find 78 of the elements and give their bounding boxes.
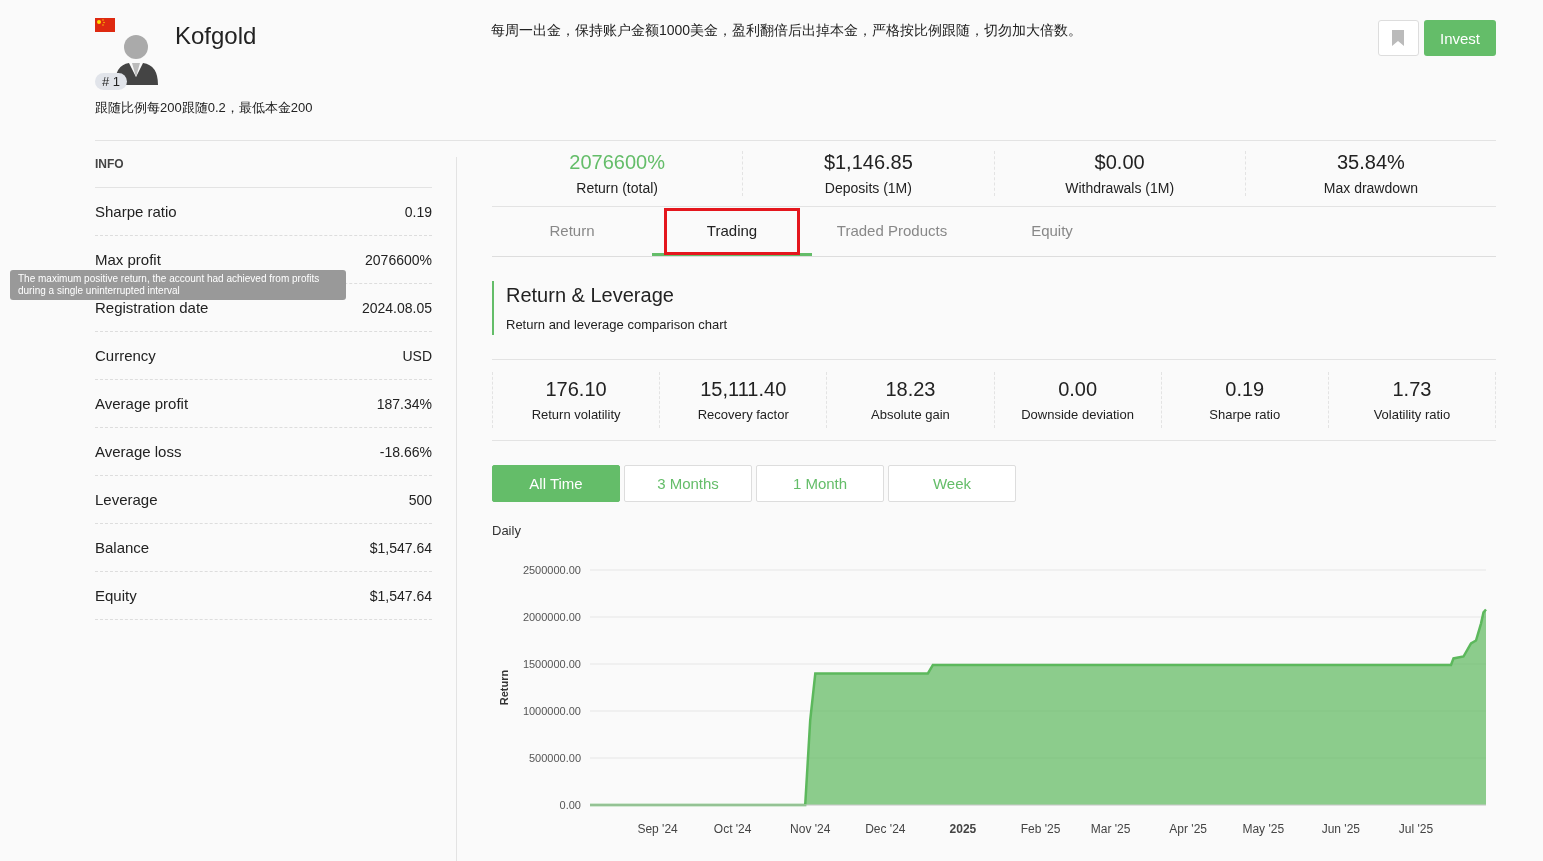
info-label: Registration date — [95, 299, 209, 316]
metric-label: Downside deviation — [1020, 407, 1135, 422]
x-tick-label: Dec '24 — [865, 822, 906, 836]
metric-value: 0.00 — [1057, 378, 1099, 401]
chart-title: Daily — [492, 523, 521, 538]
info-value: $1,547.64 — [369, 539, 432, 556]
rank-badge: # 1 — [95, 73, 128, 90]
x-tick-label: Oct '24 — [713, 822, 752, 836]
follow-rule-text: 跟随比例每200跟随0.2，最低本金200 — [95, 99, 314, 117]
y-tick-label: 1500000.00 — [522, 658, 581, 670]
range-button[interactable]: 1 Month — [756, 465, 884, 502]
x-tick-label: Sep '24 — [637, 822, 678, 836]
tooltip: The maximum positive return, the account had achieved from profits during a single uninterrupted interval — [10, 270, 346, 300]
metric-label: Volatility ratio — [1372, 407, 1452, 422]
info-value: 500 — [408, 491, 432, 508]
x-tick-label: May '25 — [1242, 822, 1285, 836]
bookmark-button[interactable] — [1377, 20, 1419, 56]
x-tick-label: Jun '25 — [1321, 822, 1360, 836]
avatar-icon — [115, 35, 158, 85]
y-tick-label: 0.00 — [559, 799, 581, 811]
metric-value: 1.73 — [1391, 378, 1433, 401]
info-heading: INFO — [95, 157, 432, 188]
strategy-description: 每周一出金，保持账户金额1000美金，盈利翻倍后出掉本金，严格按比例跟随，切勿加大倍数。 — [491, 22, 1083, 38]
info-value: -18.66% — [379, 443, 432, 460]
tab[interactable]: Trading — [652, 207, 812, 256]
info-value: $1,547.64 — [369, 587, 432, 604]
info-label: Leverage — [95, 491, 158, 508]
info-value: USD — [402, 347, 432, 364]
x-tick-label: Nov '24 — [790, 822, 831, 836]
y-tick-label: 500000.00 — [529, 752, 581, 764]
x-tick-label: Feb '25 — [1020, 822, 1061, 836]
tab[interactable]: Return — [492, 207, 652, 256]
x-tick-label: Mar '25 — [1090, 822, 1131, 836]
info-label: Sharpe ratio — [95, 203, 177, 220]
tab[interactable]: Equity — [972, 207, 1132, 256]
stat-label: Max drawdown — [1322, 180, 1419, 196]
info-label: Average profit — [95, 395, 189, 412]
y-tick-label: 2500000.00 — [522, 564, 581, 576]
section-title: Return & Leverage — [506, 284, 675, 307]
stat-value: $1,146.85 — [822, 151, 914, 174]
range-button[interactable]: All Time — [492, 465, 620, 502]
metric-value: 176.10 — [544, 378, 608, 401]
stat-label: Deposits (1M) — [823, 180, 913, 196]
metric-label: Absolute gain — [870, 407, 951, 422]
metric-value: 15,111.40 — [699, 378, 788, 401]
info-value: 187.34% — [376, 395, 432, 412]
bookmark-icon — [1392, 30, 1405, 46]
y-axis-title: Return — [498, 669, 510, 706]
invest-button[interactable]: Invest — [1423, 20, 1496, 56]
metric-value: 18.23 — [884, 378, 937, 401]
info-value: 2076600% — [365, 251, 432, 268]
stat-label: Return (total) — [575, 180, 659, 196]
metric-value: 0.19 — [1224, 378, 1266, 401]
metric-label: Return volatility — [530, 407, 622, 422]
china-flag-icon — [95, 18, 115, 32]
info-label: Balance — [95, 539, 150, 556]
trader-name: Kofgold — [175, 22, 257, 50]
info-label: Equity — [95, 587, 137, 604]
x-tick-label: Apr '25 — [1169, 822, 1207, 836]
info-label: Max profit — [95, 251, 161, 268]
y-tick-label: 1000000.00 — [522, 705, 581, 717]
y-tick-label: 2000000.00 — [522, 611, 581, 623]
info-value: 0.19 — [404, 203, 432, 220]
metric-label: Recovery factor — [696, 407, 790, 422]
stat-label: Withdrawals (1M) — [1064, 180, 1176, 196]
tab[interactable]: Traded Products — [812, 207, 972, 256]
metric-label: Sharpe ratio — [1208, 407, 1282, 422]
stat-value: $0.00 — [1093, 151, 1146, 174]
info-label: Currency — [95, 347, 156, 364]
section-subtitle: Return and leverage comparison chart — [506, 317, 729, 332]
range-button[interactable]: Week — [888, 465, 1016, 502]
stat-value: 35.84% — [1335, 151, 1406, 174]
range-button[interactable]: 3 Months — [624, 465, 752, 502]
stat-value: 2076600% — [568, 151, 666, 174]
info-value: 2024.08.05 — [361, 299, 432, 316]
x-tick-label: Jul '25 — [1398, 822, 1434, 836]
info-label: Average loss — [95, 443, 182, 460]
x-tick-label: 2025 — [949, 822, 977, 836]
